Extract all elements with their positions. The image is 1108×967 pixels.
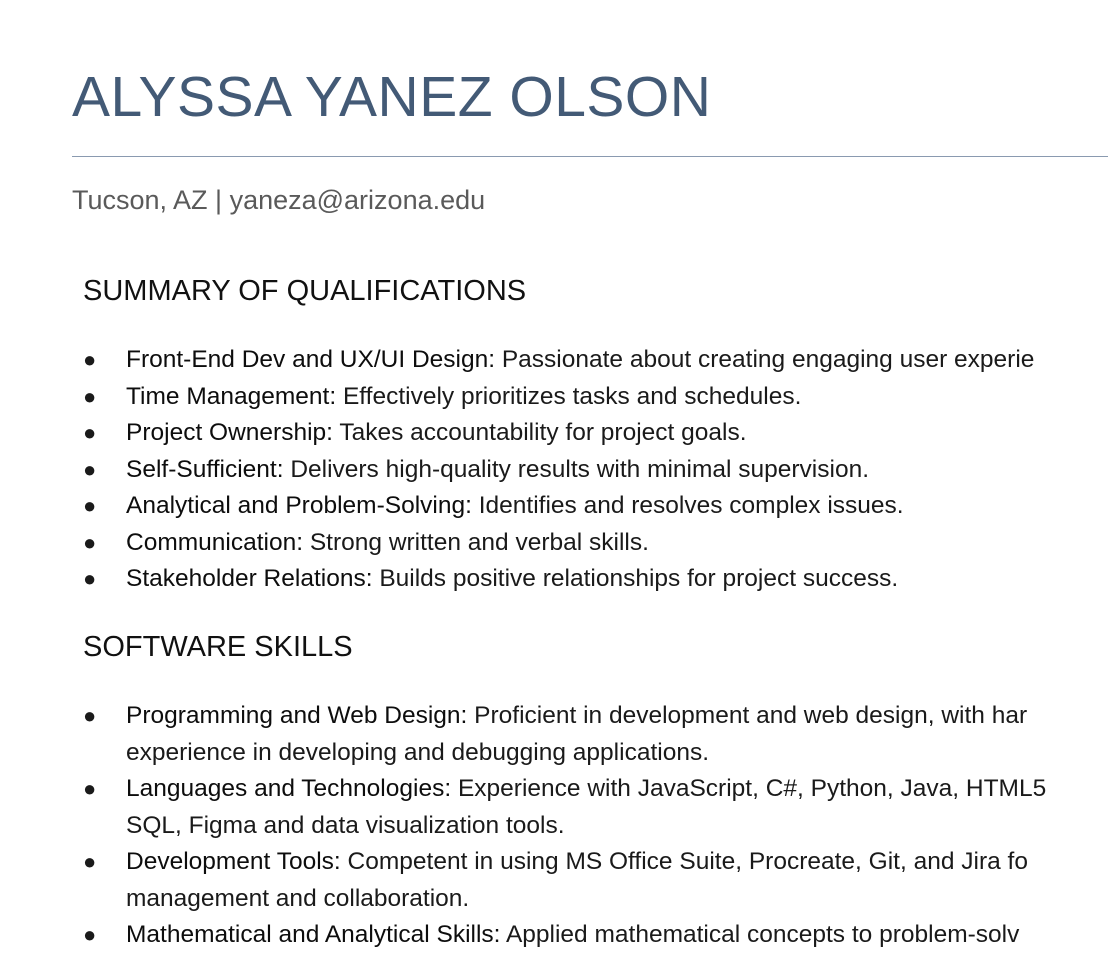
item-text: Delivers high-quality results with minim… xyxy=(283,455,870,483)
list-item: ● Self-Sufficient: Delivers high-quality … xyxy=(83,452,1108,489)
software-section-title: SOFTWARE SKILLS xyxy=(83,631,353,663)
item-label: Programming and Web Design: xyxy=(126,702,468,729)
bullet-icon: ● xyxy=(83,566,97,591)
item-text: Competent in using MS Office Suite, Proc… xyxy=(340,848,1028,875)
item-text: Strong written and verbal skills. xyxy=(303,528,649,556)
item-text-continued: experience in developing and debugging a… xyxy=(126,738,709,766)
header-divider xyxy=(72,156,1108,157)
contact-line: Tucson, AZ | yaneza@arizona.edu xyxy=(72,185,486,215)
item-label: Time Management: xyxy=(126,382,337,410)
item-label: Front-End Dev and UX/UI Design: xyxy=(126,346,496,373)
bullet-icon: ● xyxy=(83,703,97,728)
item-label: Mathematical and Analytical Skills: xyxy=(126,921,501,948)
item-label: Languages and Technologies: xyxy=(126,775,452,802)
item-label: Self-Sufficient: xyxy=(126,455,284,483)
bullet-icon: ● xyxy=(83,383,97,409)
item-text: Proficient in development and web design… xyxy=(467,702,1028,729)
summary-list: ● Front-End Dev and UX/UI Design: Passion… xyxy=(83,342,1108,598)
item-text: Experience with JavaScript, C#, Python, … xyxy=(451,775,1047,802)
item-text-continued: SQL, Figma and data visualization tools. xyxy=(126,811,565,839)
bullet-icon: ● xyxy=(83,776,97,801)
bullet-icon: ● xyxy=(83,456,97,482)
item-text: Applied mathematical concepts to problem… xyxy=(500,921,1020,948)
bullet-icon: ● xyxy=(83,849,97,874)
item-text: Identifies and resolves complex issues. xyxy=(471,492,904,519)
item-label: Development Tools: xyxy=(126,848,341,875)
item-text: Takes accountability for project goals. xyxy=(332,419,747,446)
list-item: ● Mathematical and Analytical Skills: App… xyxy=(83,917,1108,954)
bullet-icon: ● xyxy=(83,922,97,947)
item-text: Effectively prioritizes tasks and schedu… xyxy=(336,382,802,410)
resume-name: ALYSSA YANEZ OLSON xyxy=(72,65,712,129)
item-label: Project Ownership: xyxy=(126,419,333,446)
list-item: ● Analytical and Problem-Solving: Identif… xyxy=(83,488,1108,525)
summary-section-title: SUMMARY OF QUALIFICATIONS xyxy=(83,275,527,307)
item-text-continued: management and collaboration. xyxy=(126,884,470,912)
item-text: Passionate about creating engaging user … xyxy=(495,346,1035,373)
list-item: ● Front-End Dev and UX/UI Design: Passion… xyxy=(83,342,1108,379)
bullet-icon: ● xyxy=(83,347,97,372)
item-label: Analytical and Problem-Solving: xyxy=(126,492,472,519)
bullet-icon: ● xyxy=(83,493,97,518)
bullet-icon: ● xyxy=(83,529,97,555)
item-label: Communication: xyxy=(126,528,304,556)
resume-page: ALYSSA YANEZ OLSON Tucson, AZ | yaneza@a… xyxy=(0,0,1108,967)
list-item: ● Development Tools: Competent in using M… xyxy=(83,844,1108,917)
list-item: ● Communication: Strong written and verba… xyxy=(83,525,1108,562)
bullet-icon: ● xyxy=(83,420,97,445)
item-label: Stakeholder Relations: xyxy=(126,565,373,592)
list-item: ● Stakeholder Relations: Builds positive … xyxy=(83,561,1108,598)
list-item: ● Programming and Web Design: Proficient … xyxy=(83,698,1108,771)
software-list: ● Programming and Web Design: Proficient … xyxy=(83,698,1108,954)
item-text: Builds positive relationships for projec… xyxy=(372,565,899,592)
list-item: ● Time Management: Effectively prioritize… xyxy=(83,379,1108,416)
list-item: ● Languages and Technologies: Experience … xyxy=(83,771,1108,844)
list-item: ● Project Ownership: Takes accountability… xyxy=(83,415,1108,452)
